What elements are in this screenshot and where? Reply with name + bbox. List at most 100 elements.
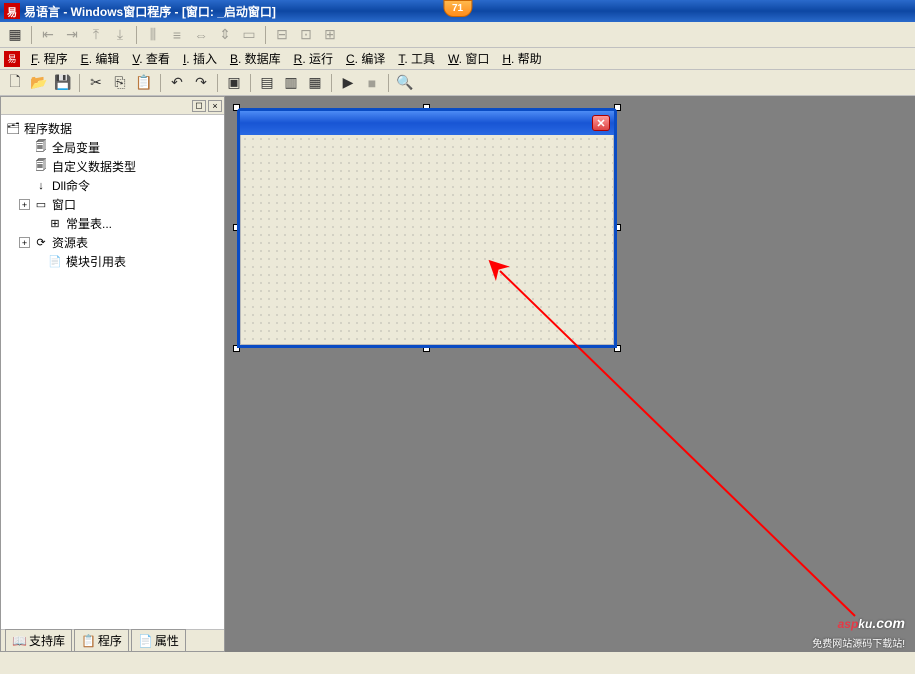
sidebar-controls: ◻ × <box>1 97 224 115</box>
tree-label: 常量表... <box>66 215 112 232</box>
window-titlebar: 易 易语言 - Windows窗口程序 - [窗口: _启动窗口] 71 <box>0 0 915 22</box>
menubar: 易 F. 程序 E. 编辑 V. 查看 I. 插入 B. 数据库 R. 运行 C… <box>0 48 915 70</box>
form-titlebar: ✕ <box>240 111 614 135</box>
sidebar-pin-icon[interactable]: ◻ <box>192 100 206 112</box>
form-body[interactable] <box>240 135 614 345</box>
tool-align-top-icon[interactable]: ⤒ <box>85 24 107 46</box>
save-icon[interactable]: 💾 <box>52 72 74 94</box>
module-icon: 📄 <box>47 255 63 269</box>
window-folder-icon: ▭ <box>33 198 49 212</box>
separator <box>217 74 218 92</box>
close-icon[interactable]: ✕ <box>592 115 610 131</box>
tree-item[interactable]: + ⟳ 资源表 <box>5 233 220 252</box>
tree-item[interactable]: 📄 模块引用表 <box>5 252 220 271</box>
menu-help[interactable]: H. 帮助 <box>496 48 547 69</box>
datatypes-icon: 🗐 <box>33 160 49 174</box>
redo-icon[interactable]: ↷ <box>190 72 212 94</box>
project-tree[interactable]: 🗂 程序数据 🗐 全局变量 🗐 自定义数据类型 ↓ Dll命令 + ▭ 窗口 <box>1 115 224 651</box>
menu-window[interactable]: W. 窗口 <box>442 48 495 69</box>
globals-icon: 🗐 <box>33 141 49 155</box>
separator <box>31 26 32 44</box>
book-icon: 📖 <box>12 634 27 648</box>
window-layout2-icon[interactable]: ▥ <box>280 72 302 94</box>
tree-label: 资源表 <box>52 234 88 251</box>
tree-root-icon: 🗂 <box>5 122 21 136</box>
tab-program[interactable]: 📋程序 <box>74 629 129 651</box>
menu-app-icon: 易 <box>4 51 20 67</box>
toolbar-row-1: ▦ ⇤ ⇥ ⤒ ⤓ ⫼ ≡ ⇔ ⇕ ▭ ⊟ ⊡ ⊞ <box>0 22 915 48</box>
menu-tools[interactable]: T. 工具 <box>392 48 441 69</box>
menu-edit[interactable]: E. 编辑 <box>75 48 126 69</box>
tool-same-size-icon[interactable]: ▭ <box>238 24 260 46</box>
run-icon[interactable]: ▶ <box>337 72 359 94</box>
watermark-logo: aspku.com <box>812 604 905 635</box>
main-area: ◻ × 🗂 程序数据 🗐 全局变量 🗐 自定义数据类型 ↓ Dll命令 + <box>0 96 915 652</box>
tree-item[interactable]: 🗐 自定义数据类型 <box>5 157 220 176</box>
design-form-window[interactable]: ✕ <box>237 108 617 348</box>
watermark-subtitle: 免费网站源码下载站! <box>812 635 905 650</box>
tree-label: 全局变量 <box>52 139 100 156</box>
tool-center-v-icon[interactable]: ⊡ <box>295 24 317 46</box>
tree-item[interactable]: 🗐 全局变量 <box>5 138 220 157</box>
cut-icon[interactable]: ✂ <box>85 72 107 94</box>
expander-icon[interactable]: + <box>19 237 30 248</box>
separator <box>250 74 251 92</box>
undo-icon[interactable]: ↶ <box>166 72 188 94</box>
menu-insert[interactable]: I. 插入 <box>177 48 223 69</box>
menu-run[interactable]: R. 运行 <box>288 48 339 69</box>
tree-item[interactable]: + ▭ 窗口 <box>5 195 220 214</box>
app-icon: 易 <box>4 3 20 19</box>
tree-item[interactable]: ⊞ 常量表... <box>5 214 220 233</box>
separator <box>331 74 332 92</box>
menu-view[interactable]: V. 查看 <box>126 48 176 69</box>
toolbar-row-2: 🗋 📂 💾 ✂ ⎘ 📋 ↶ ↷ ▣ ▤ ▥ ▦ ▶ ■ 🔍 <box>0 70 915 96</box>
code-icon: 📋 <box>81 634 96 648</box>
separator <box>388 74 389 92</box>
watermark: aspku.com 免费网站源码下载站! <box>812 604 905 650</box>
sidebar-close-icon[interactable]: × <box>208 100 222 112</box>
const-icon: ⊞ <box>47 217 63 231</box>
separator <box>265 26 266 44</box>
separator <box>79 74 80 92</box>
tool-distribute-h-icon[interactable]: ⫼ <box>142 24 164 46</box>
stop-icon[interactable]: ■ <box>361 72 383 94</box>
tool-center-h-icon[interactable]: ⊟ <box>271 24 293 46</box>
copy-icon[interactable]: ⎘ <box>109 72 131 94</box>
paste-icon[interactable]: 📋 <box>133 72 155 94</box>
window-layout3-icon[interactable]: ▦ <box>304 72 326 94</box>
tree-label: Dll命令 <box>52 177 90 194</box>
tree-root[interactable]: 🗂 程序数据 <box>5 119 220 138</box>
badge-count: 71 <box>443 0 472 17</box>
tab-support[interactable]: 📖支持库 <box>5 629 72 651</box>
design-canvas[interactable]: ✕ aspku.com 免费网站源码下载站! <box>225 96 915 652</box>
tab-property[interactable]: 📄属性 <box>131 629 186 651</box>
tool-align-bottom-icon[interactable]: ⤓ <box>109 24 131 46</box>
separator <box>160 74 161 92</box>
tool-align-right-icon[interactable]: ⇥ <box>61 24 83 46</box>
tool-align-left-icon[interactable]: ⇤ <box>37 24 59 46</box>
tool-same-height-icon[interactable]: ⇕ <box>214 24 236 46</box>
props-icon: 📄 <box>138 634 153 648</box>
tool-same-width-icon[interactable]: ⇔ <box>190 24 212 46</box>
expander-icon[interactable]: + <box>19 199 30 210</box>
window-layout1-icon[interactable]: ▤ <box>256 72 278 94</box>
dll-icon: ↓ <box>33 179 49 193</box>
menu-program[interactable]: F. 程序 <box>25 48 74 69</box>
window-title: 易语言 - Windows窗口程序 - [窗口: _启动窗口] <box>24 3 276 20</box>
open-file-icon[interactable]: 📂 <box>28 72 50 94</box>
tool-distribute-v-icon[interactable]: ≡ <box>166 24 188 46</box>
tree-item[interactable]: ↓ Dll命令 <box>5 176 220 195</box>
tool-grid-icon[interactable]: ▦ <box>4 24 26 46</box>
tree-label: 自定义数据类型 <box>52 158 136 175</box>
form-designer-icon[interactable]: ▣ <box>223 72 245 94</box>
menu-database[interactable]: B. 数据库 <box>224 48 287 69</box>
sidebar-tabs: 📖支持库 📋程序 📄属性 <box>1 629 224 651</box>
find-icon[interactable]: 🔍 <box>394 72 416 94</box>
menu-compile[interactable]: C. 编译 <box>340 48 391 69</box>
tool-lock-icon[interactable]: ⊞ <box>319 24 341 46</box>
new-file-icon[interactable]: 🗋 <box>4 72 26 94</box>
form-designer[interactable]: ✕ <box>237 108 617 348</box>
tree-label: 模块引用表 <box>66 253 126 270</box>
separator <box>136 26 137 44</box>
sidebar: ◻ × 🗂 程序数据 🗐 全局变量 🗐 自定义数据类型 ↓ Dll命令 + <box>0 96 225 652</box>
